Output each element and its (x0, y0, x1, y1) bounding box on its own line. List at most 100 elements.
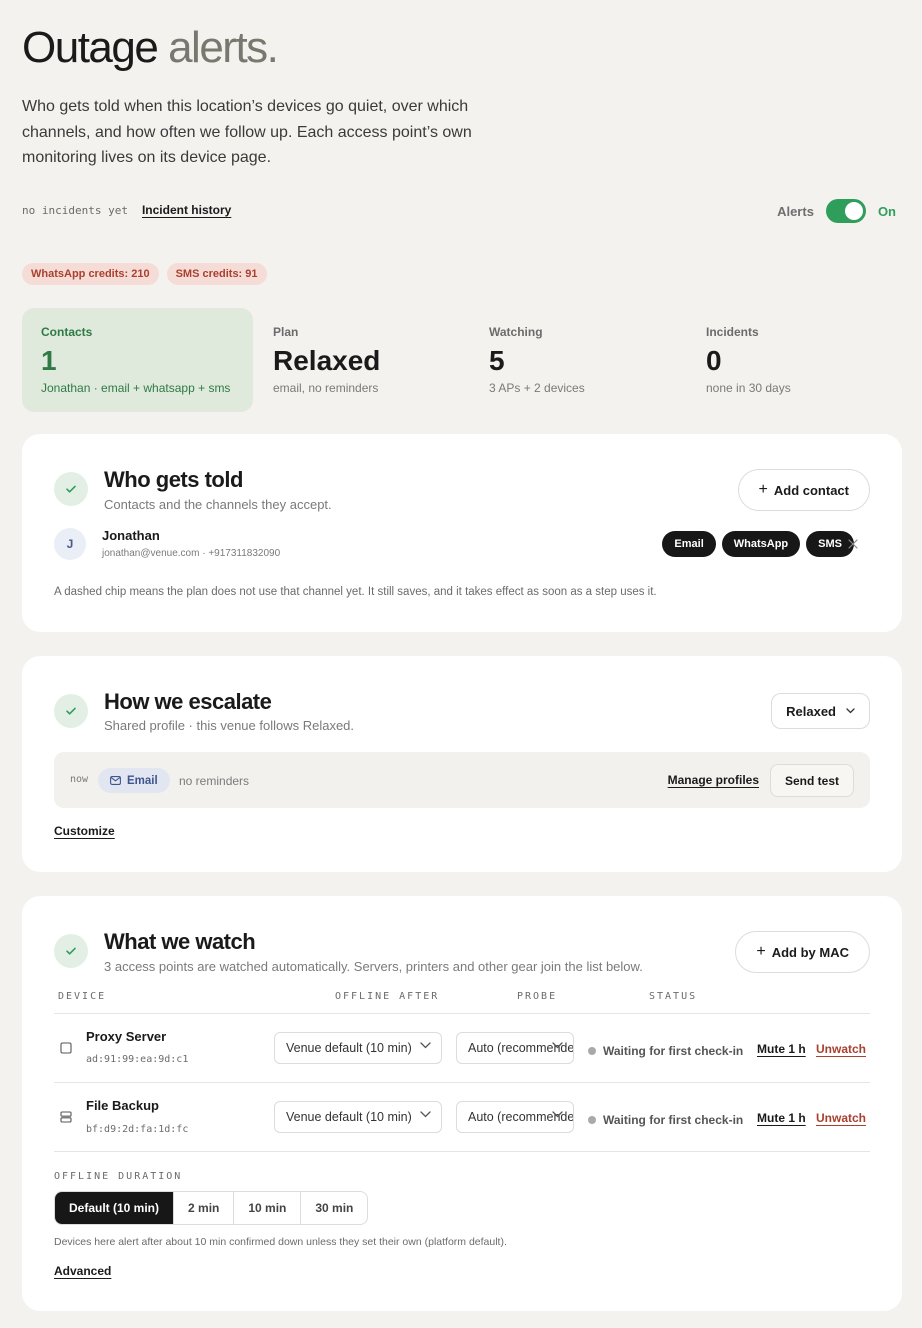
storage-icon (60, 1111, 72, 1123)
mute-button[interactable]: Mute 1 h (757, 1111, 806, 1125)
stat-incidents[interactable]: Incidents 0 none in 30 days (706, 308, 791, 412)
title-main: Outage (22, 23, 159, 72)
status-text: Waiting for first check-in (603, 1113, 744, 1127)
what-we-watch-card: What we watch 3 access points are watche… (22, 896, 902, 1311)
offline-after-select[interactable]: Venue default (10 min) (274, 1032, 442, 1064)
customize-link[interactable]: Customize (54, 824, 115, 838)
whatsapp-credits-badge: WhatsApp credits: 210 (22, 263, 159, 285)
server-icon (60, 1042, 72, 1054)
plus-icon: + (758, 481, 768, 498)
alerts-toggle-row: Alerts On (777, 199, 896, 223)
stat-sub: none in 30 days (706, 381, 791, 395)
device-name: File Backup (86, 1098, 159, 1113)
duration-option-30min[interactable]: 30 min (300, 1192, 367, 1224)
duration-option-10min[interactable]: 10 min (233, 1192, 300, 1224)
check-icon (54, 934, 88, 968)
incident-history-link[interactable]: Incident history (142, 203, 231, 217)
who-gets-told-card: Who gets told Contacts and the channels … (22, 434, 902, 632)
status-text: Waiting for first check-in (603, 1044, 744, 1058)
offline-duration-label: OFFLINE DURATION (54, 1171, 183, 1182)
device-name: Proxy Server (86, 1029, 167, 1044)
chevron-down-icon (552, 1042, 563, 1049)
section-title: How we escalate (104, 689, 272, 714)
section-title: Who gets told (104, 467, 243, 492)
column-header-offline-after: OFFLINE AFTER (335, 991, 440, 1002)
device-status: Waiting for first check-in (588, 1044, 743, 1058)
chevron-down-icon (846, 708, 855, 714)
stat-label: Watching (489, 325, 543, 339)
plus-icon: + (756, 943, 766, 960)
unwatch-button[interactable]: Unwatch (816, 1111, 866, 1125)
duration-note: Devices here alert after about 10 min co… (54, 1236, 507, 1248)
add-by-mac-button[interactable]: + Add by MAC (735, 931, 870, 973)
device-status: Waiting for first check-in (588, 1113, 743, 1127)
mail-icon (110, 776, 121, 785)
offline-after-select[interactable]: Venue default (10 min) (274, 1101, 442, 1133)
probe-select[interactable]: Auto (recommended) (456, 1032, 574, 1064)
divider (54, 1013, 870, 1014)
add-contact-button[interactable]: + Add contact (737, 469, 870, 511)
title-accent: alerts. (168, 23, 279, 72)
status-dot (588, 1047, 596, 1055)
toggle-knob (844, 202, 863, 220)
probe-select[interactable]: Auto (recommended) (456, 1101, 574, 1133)
how-we-escalate-card: How we escalate Shared profile · this ve… (22, 656, 902, 872)
step-channel-label: Email (127, 774, 158, 787)
stat-sub: Jonathan · email + whatsapp + sms (41, 381, 231, 395)
channel-note: A dashed chip means the plan does not us… (54, 586, 657, 598)
stat-value: Relaxed (273, 345, 381, 376)
stat-plan[interactable]: Plan Relaxed email, no reminders (273, 308, 380, 412)
divider (54, 1082, 870, 1083)
credits-row: WhatsApp credits: 210 SMS credits: 91 (22, 263, 267, 285)
channel-chip-email[interactable]: Email (662, 531, 716, 557)
stat-watching[interactable]: Watching 5 3 APs + 2 devices (489, 308, 585, 412)
section-subtitle: Shared profile · this venue follows Rela… (104, 718, 355, 733)
device-mac: bf:d9:2d:fa:1d:fc (86, 1124, 189, 1135)
manage-profiles-link[interactable]: Manage profiles (668, 773, 759, 787)
chevron-down-icon (420, 1111, 431, 1118)
stat-sub: 3 APs + 2 devices (489, 381, 585, 395)
section-title: What we watch (104, 929, 256, 954)
column-header-probe: PROBE (517, 991, 558, 1002)
duration-option-2min[interactable]: 2 min (173, 1192, 233, 1224)
profile-select-value: Relaxed (786, 703, 836, 719)
history-row: no incidents yet Incident history (22, 203, 231, 217)
alerts-label: Alerts (777, 203, 814, 219)
contact-name: Jonathan (102, 528, 160, 543)
stat-label: Plan (273, 325, 299, 339)
stat-label: Incidents (706, 325, 759, 339)
channel-chip-whatsapp[interactable]: WhatsApp (721, 531, 801, 557)
profile-select[interactable]: Relaxed (771, 693, 870, 729)
offline-duration-segmented: Default (10 min) 2 min 10 min 30 min (54, 1191, 369, 1225)
add-contact-label: Add contact (773, 482, 849, 498)
section-subtitle: 3 access points are watched automaticall… (104, 959, 643, 974)
check-icon (54, 472, 88, 506)
stat-label: Contacts (41, 325, 93, 339)
step-note: no reminders (179, 774, 250, 788)
alerts-toggle[interactable] (825, 199, 866, 223)
channel-chips: Email WhatsApp SMS (662, 531, 854, 557)
chevron-down-icon (420, 1042, 431, 1049)
page-title: Outage alerts. (22, 23, 279, 72)
close-icon (848, 539, 858, 549)
remove-contact-button[interactable] (844, 535, 862, 553)
step-channel-chip[interactable]: Email (98, 768, 170, 793)
advanced-link[interactable]: Advanced (54, 1264, 111, 1278)
column-header-status: STATUS (649, 991, 698, 1002)
divider (54, 1151, 870, 1152)
send-test-button[interactable]: Send test (769, 764, 854, 797)
stat-value: 1 (41, 345, 57, 376)
sms-credits-badge: SMS credits: 91 (166, 263, 267, 285)
stat-value: 5 (489, 345, 505, 376)
status-dot (588, 1116, 596, 1124)
alerts-state: On (877, 203, 896, 219)
mute-button[interactable]: Mute 1 h (757, 1042, 806, 1056)
stat-contacts[interactable]: Contacts 1 Jonathan · email + whatsapp +… (22, 308, 253, 412)
check-icon (54, 694, 88, 728)
section-subtitle: Contacts and the channels they accept. (104, 497, 332, 512)
duration-option-default[interactable]: Default (10 min) (55, 1192, 174, 1224)
column-header-device: DEVICE (58, 991, 107, 1002)
chevron-down-icon (552, 1111, 563, 1118)
stat-sub: email, no reminders (273, 381, 379, 395)
unwatch-button[interactable]: Unwatch (816, 1042, 866, 1056)
